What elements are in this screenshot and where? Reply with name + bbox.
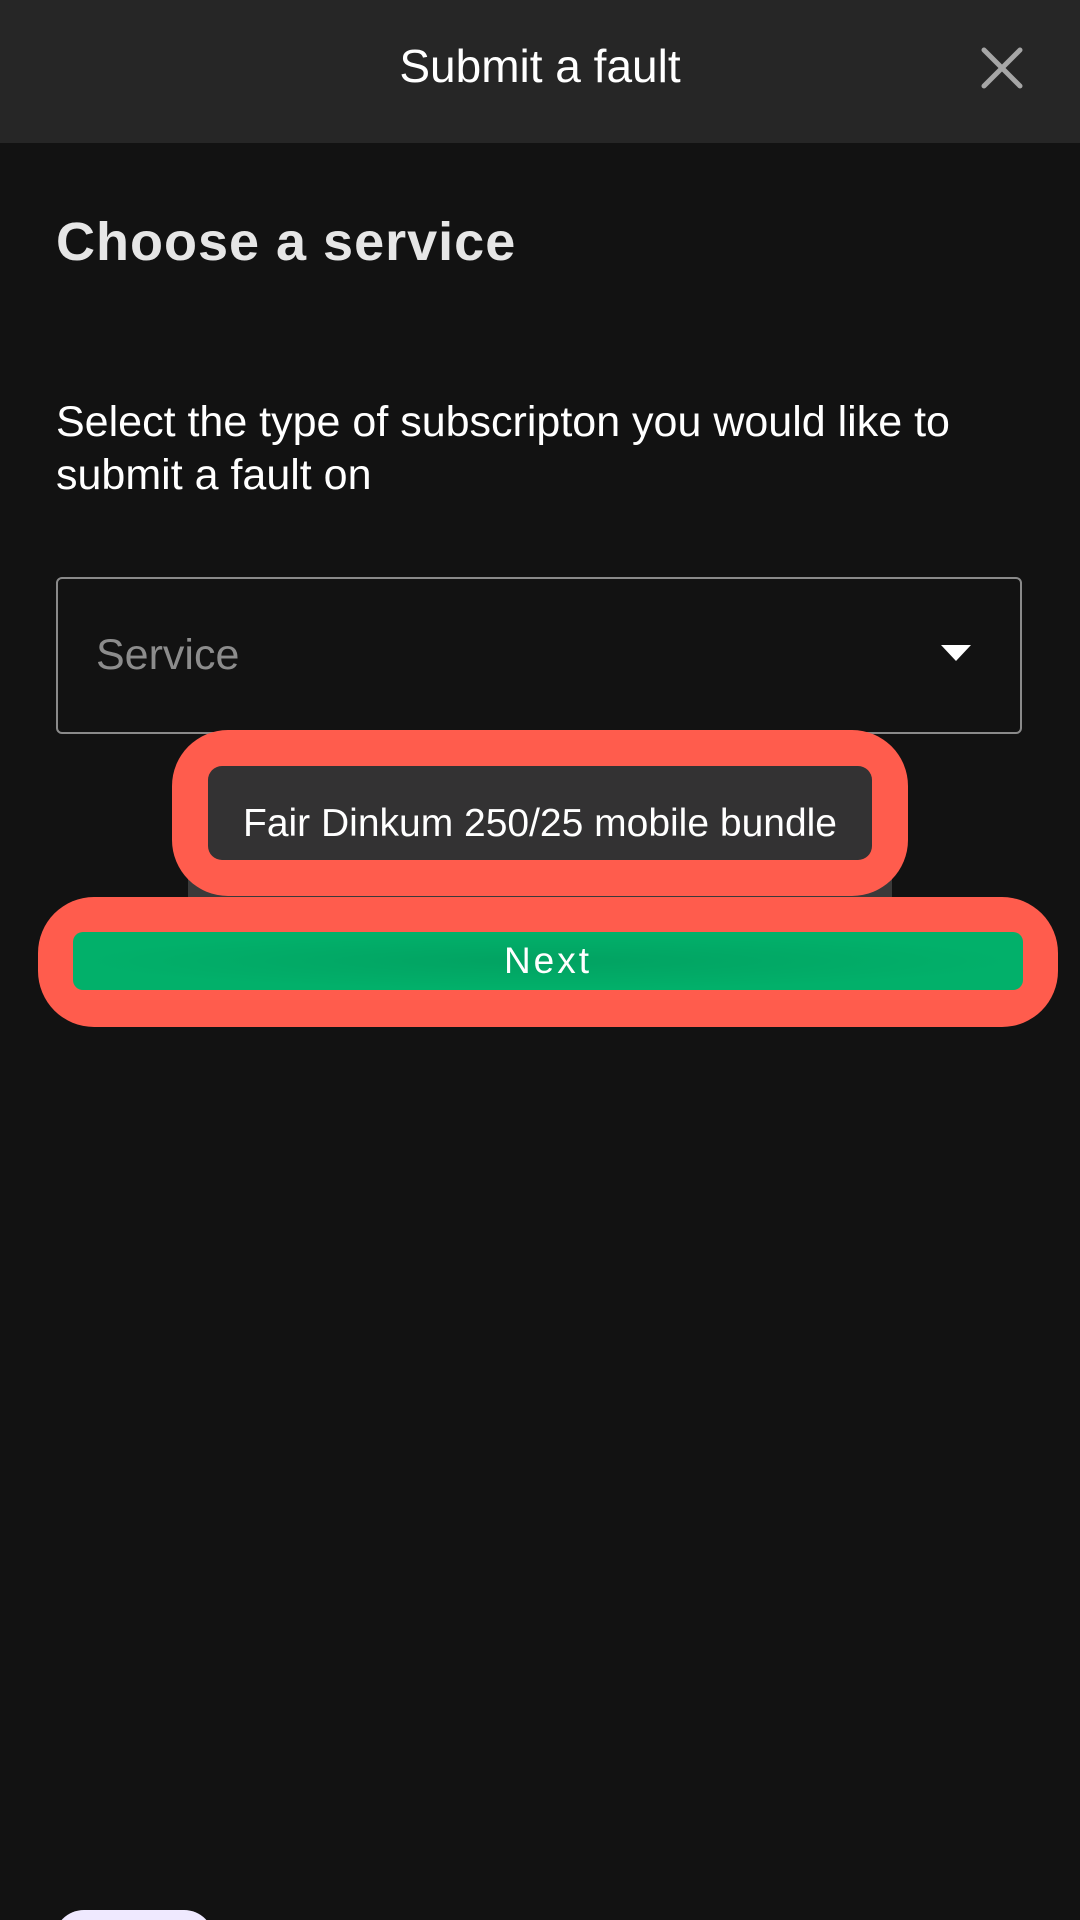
instruction-text: Select the type of subscripton you would… bbox=[56, 398, 950, 499]
next-button-label: Next bbox=[503, 940, 593, 981]
caret-down-icon bbox=[940, 643, 972, 663]
next-button[interactable]: Next bbox=[73, 932, 1023, 990]
header-bar: Submit a fault bbox=[0, 0, 1080, 143]
screen: Submit a fault Choose a service Select t… bbox=[0, 0, 1080, 1920]
close-button[interactable] bbox=[970, 36, 1034, 100]
close-icon bbox=[981, 47, 1023, 89]
page-title: Choose a service bbox=[56, 212, 517, 272]
header-title: Submit a fault bbox=[399, 40, 681, 92]
service-select[interactable]: Service bbox=[56, 577, 1022, 734]
dropdown-option-fair-dinkum[interactable]: Fair Dinkum 250/25 mobile bundle bbox=[208, 766, 872, 860]
service-select-placeholder: Service bbox=[96, 631, 240, 679]
dropdown-option-label: Fair Dinkum 250/25 mobile bundle bbox=[243, 802, 837, 845]
chat-bubble-button[interactable] bbox=[54, 1910, 214, 1920]
